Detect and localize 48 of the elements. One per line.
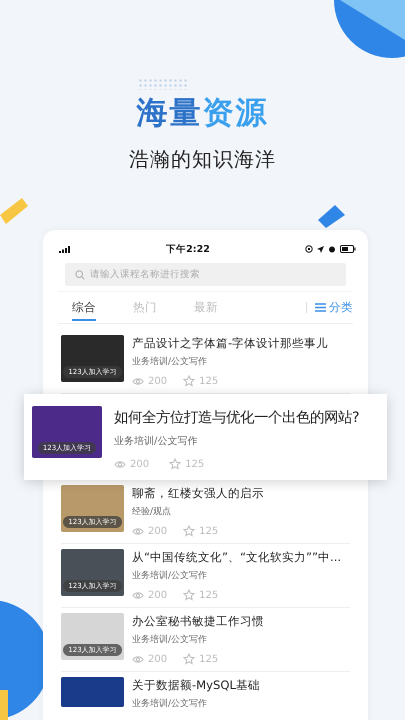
star-icon: [183, 375, 196, 387]
lock-rotation-icon: [304, 245, 313, 253]
status-time: 下午2:22: [166, 242, 210, 256]
view-count: 200: [148, 590, 168, 600]
star-icon: [169, 458, 182, 470]
dot-pattern: [138, 78, 188, 90]
course-title[interactable]: 聊斋，红楼女强人的启示: [132, 486, 350, 501]
course-title[interactable]: 产品设计之字体篇-字体设计那些事儿: [132, 336, 350, 351]
favorite-count: 125: [199, 590, 218, 600]
view-count: 200: [148, 376, 168, 386]
tab[interactable]: 综合: [72, 294, 96, 320]
course-thumbnail[interactable]: [61, 677, 124, 707]
course-title[interactable]: 从“中国传统文化”、“文化软实力””中...: [132, 550, 350, 565]
stripe-shape: [0, 198, 28, 224]
signal-icon: [59, 246, 71, 252]
course-category: 业务培训/公文写作: [132, 698, 208, 710]
course-category: 业务培训/公文写作: [132, 570, 208, 582]
view-count: 200: [130, 458, 150, 470]
corner-circle-drawing: [334, 0, 405, 58]
star-icon: [183, 589, 196, 601]
favorite-count: 125: [185, 458, 204, 470]
favorite-count: 125: [199, 654, 218, 664]
course-category: 业务培训/公文写作: [114, 434, 198, 448]
promo-subheading: 浩瀚的知识海洋: [129, 146, 276, 173]
promo-heading: 海量资源: [136, 94, 268, 133]
course-category: 业务培训/公文写作: [132, 634, 208, 646]
eye-icon: [132, 526, 144, 536]
search-icon: [75, 270, 85, 280]
alarm-icon: [328, 245, 336, 253]
eye-icon: [132, 376, 144, 386]
course-title[interactable]: 关于数据额-MySQL基础: [132, 678, 350, 693]
star-icon: [183, 653, 196, 665]
course-category: 业务培训/公文写作: [132, 356, 208, 368]
stripe-shape: [318, 205, 345, 228]
battery-icon: [340, 245, 356, 253]
star-icon: [183, 525, 196, 537]
course-title[interactable]: 如何全方位打造与优化一个出色的网站?: [114, 408, 381, 427]
course-category: 经验/观点: [132, 506, 172, 518]
menu-icon: [315, 303, 326, 312]
eye-icon: [132, 654, 144, 664]
view-count: 200: [148, 654, 168, 664]
eye-icon: [114, 460, 126, 468]
favorite-count: 125: [199, 526, 218, 536]
eye-icon: [132, 590, 144, 600]
course-title[interactable]: 办公室秘书敏捷工作习惯: [132, 614, 350, 629]
location-icon: [316, 246, 324, 252]
view-count: 200: [148, 526, 168, 536]
favorite-count: 125: [199, 376, 218, 386]
